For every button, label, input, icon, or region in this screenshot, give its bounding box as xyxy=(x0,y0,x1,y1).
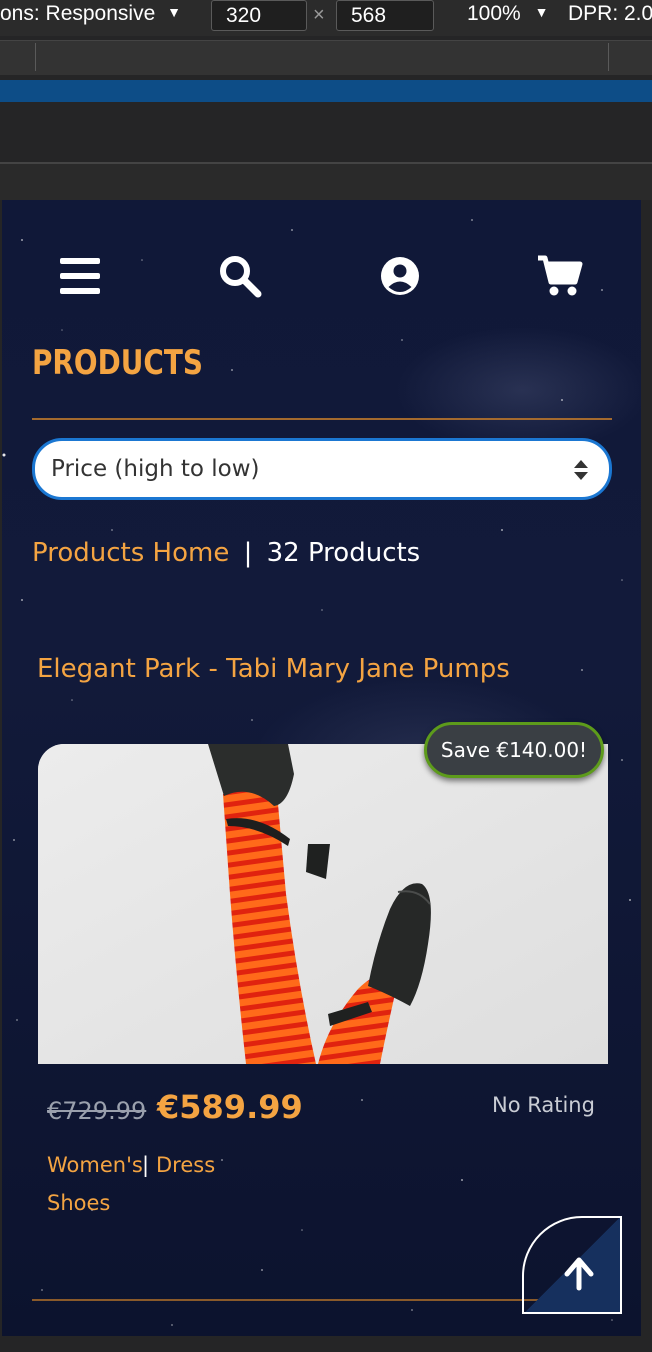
category-link-womens[interactable]: Women's xyxy=(47,1153,143,1177)
page-viewport: PRODUCTS Price (high to low) Products Ho… xyxy=(2,200,641,1336)
page-title: PRODUCTS xyxy=(32,343,203,383)
products-home-link[interactable]: Products Home xyxy=(32,538,229,568)
zoom-label: 100% xyxy=(467,2,521,25)
toolbar-divider xyxy=(608,43,609,71)
media-query-bar[interactable] xyxy=(0,80,652,102)
category-separator: | xyxy=(142,1153,150,1177)
category-link-dress-shoes[interactable]: Dress xyxy=(156,1153,215,1177)
dpr-label[interactable]: DPR: 2.0 xyxy=(568,2,652,26)
ruler-area xyxy=(0,102,652,162)
dimensions-dropdown[interactable]: ons: Responsive ▼ xyxy=(0,2,181,26)
category-link-dress-shoes-cont[interactable]: Shoes xyxy=(47,1191,110,1215)
sort-select[interactable]: Price (high to low) xyxy=(32,438,612,500)
zoom-dropdown[interactable]: 100% ▼ xyxy=(467,2,548,26)
product-photo xyxy=(38,744,608,1064)
product-count: 32 Products xyxy=(266,538,421,568)
chevron-down-icon: ▼ xyxy=(534,4,549,20)
height-input[interactable]: 568 xyxy=(336,0,434,31)
device-frame-top xyxy=(0,164,652,200)
times-symbol: × xyxy=(313,4,325,26)
breadcrumb-separator: | xyxy=(243,538,253,568)
chevron-down-icon: ▼ xyxy=(167,4,181,20)
width-input[interactable]: 320 xyxy=(211,0,307,31)
menu-icon[interactable] xyxy=(56,252,104,300)
title-divider xyxy=(32,418,612,420)
breadcrumb: Products Home | 32 Products xyxy=(32,538,420,568)
sale-price: €589.99 xyxy=(157,1088,303,1126)
product-name-link[interactable]: Elegant Park - Tabi Mary Jane Pumps xyxy=(37,654,510,684)
sort-arrows-icon xyxy=(574,460,588,480)
dimensions-label: ons: Responsive xyxy=(0,2,156,25)
search-icon[interactable] xyxy=(216,252,264,300)
devtools-toolbar: ons: Responsive ▼ 320 × 568 100% ▼ DPR: … xyxy=(0,0,652,36)
toolbar-divider xyxy=(35,43,36,71)
user-icon[interactable] xyxy=(376,252,424,300)
product-rating: No Rating xyxy=(492,1093,595,1117)
devtools-secondary-toolbar xyxy=(0,40,652,75)
save-badge: Save €140.00! xyxy=(424,722,604,778)
sort-selected-value: Price (high to low) xyxy=(51,456,260,482)
cart-icon[interactable] xyxy=(536,252,584,300)
original-price: €729.99 xyxy=(47,1097,147,1125)
product-image[interactable] xyxy=(38,744,608,1064)
